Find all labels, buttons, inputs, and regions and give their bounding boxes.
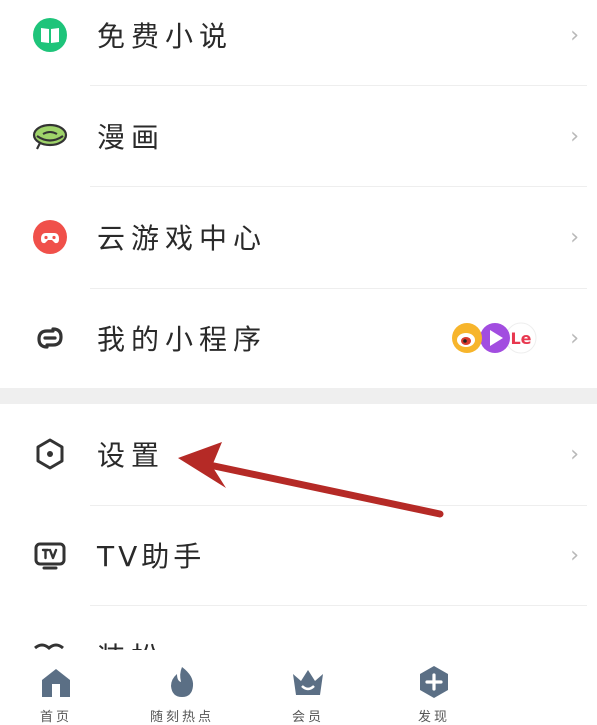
book-icon [30,15,70,55]
chevron-right-icon: › [570,224,579,250]
menu-item-label: 免费小说 [97,20,234,53]
tab-discover[interactable]: 发现 [384,650,484,725]
flame-icon [164,664,200,700]
game-controller-icon [30,217,70,257]
discover-icon [416,664,452,700]
crown-icon [290,664,326,700]
tv-icon [30,535,70,575]
menu-item-settings[interactable]: 设置 › [0,404,597,504]
settings-icon [30,434,70,474]
chevron-right-icon: › [570,123,579,149]
weibo-icon [452,323,482,353]
chevron-right-icon: › [570,22,579,48]
chevron-right-icon: › [570,325,579,351]
menu-item-tv-assistant[interactable]: TV助手 › [0,505,597,605]
menu-item-comics[interactable]: 漫画 › [0,86,597,186]
home-icon [38,664,74,700]
menu-item-label: 云游戏中心 [97,222,268,255]
comic-icon [30,116,70,156]
tab-home[interactable]: 首页 [6,650,106,725]
menu-item-free-novels[interactable]: 免费小说 › [0,0,597,85]
tab-label: 发现 [417,710,450,725]
tab-label: 会员 [291,710,324,725]
menu-item-cloud-game-center[interactable]: 云游戏中心 › [0,187,597,287]
le-icon: Le [505,322,537,354]
menu-item-label: TV助手 [97,540,206,573]
tab-vip[interactable]: 会员 [258,650,358,725]
play-icon [480,323,510,353]
menu-item-label: 我的小程序 [97,323,268,356]
chevron-right-icon: › [570,441,579,467]
bottom-tab-bar: 首页 随刻热点 会员 发现 [0,650,597,725]
chevron-right-icon: › [570,542,579,568]
menu-item-label: 设置 [97,439,166,472]
tab-label: 首页 [39,710,72,725]
tab-hot-topics[interactable]: 随刻热点 [132,650,232,725]
section-separator [0,388,597,404]
svg-text:Le: Le [510,329,531,348]
mini-program-badges: Le [449,318,539,358]
tab-label: 随刻热点 [149,710,214,725]
divider [90,605,587,606]
link-icon [30,318,70,358]
menu-item-label: 漫画 [97,121,166,154]
